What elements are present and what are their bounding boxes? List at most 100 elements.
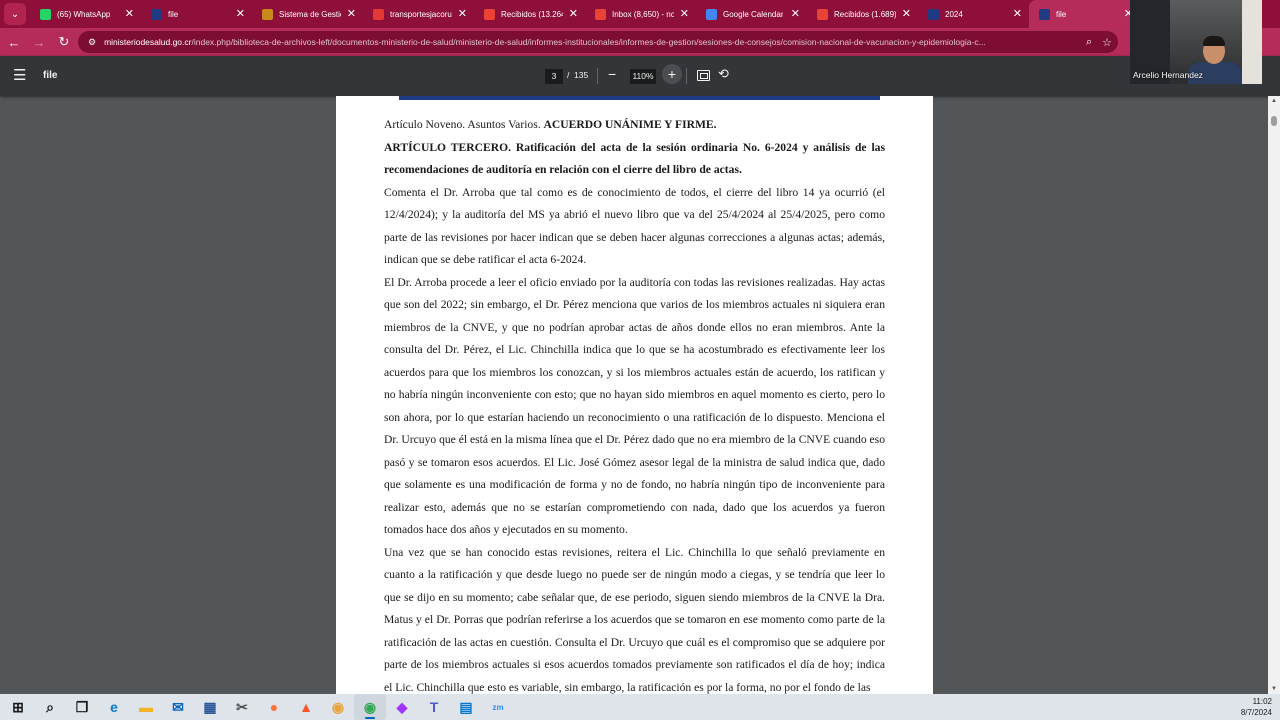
toolbar-divider <box>686 68 687 84</box>
taskbar-button[interactable]: ▦ <box>194 694 226 720</box>
taskbar-button[interactable]: ◉ <box>322 694 354 720</box>
pdf-toolbar: ☰ file 3 / 135 − 110% + ⟲ <box>0 56 1280 96</box>
pdf-title: file <box>43 70 58 81</box>
tab-search-chevron-icon[interactable]: ⌄ <box>4 3 26 25</box>
vertical-scrollbar[interactable]: ▲ ▼ <box>1268 96 1280 694</box>
tab-title: file <box>1056 9 1067 19</box>
whatsapp-icon <box>40 8 51 20</box>
address-bar[interactable]: ⚙ ministeriodesalud.go.cr /index.php/bib… <box>78 31 1118 53</box>
calculator-icon: ▦ <box>203 698 217 715</box>
zoom-in-icon[interactable]: + <box>662 64 682 84</box>
tab-title: Sistema de Gestión <box>279 9 341 19</box>
paragraph-text: Artículo Noveno. Asuntos Varios. <box>384 118 544 131</box>
fit-to-page-icon[interactable] <box>697 70 710 81</box>
tab-title: Recibidos (13.264) <box>501 9 563 19</box>
file-explorer-icon: ▬ <box>139 699 153 715</box>
ministry-favicon-icon <box>928 8 939 20</box>
tab-close-icon[interactable]: ✕ <box>236 7 245 21</box>
participant-name: Arcelio Hernandez <box>1133 70 1203 80</box>
taskbar-button[interactable]: ◉ <box>354 694 386 720</box>
gmail-icon <box>817 8 828 20</box>
address-bar-actions: ⌕ ☆ <box>1086 31 1118 53</box>
tab-close-icon[interactable]: ✕ <box>458 7 467 21</box>
browser-tab[interactable]: (65) WhatsApp ✕ <box>30 0 141 28</box>
zoom-lens-icon[interactable]: ⌕ <box>1086 36 1092 49</box>
brave-icon: ▲ <box>299 699 313 715</box>
zoom-level-input[interactable]: 110% <box>630 69 656 84</box>
page-total: 135 <box>574 70 589 80</box>
pencil-icon <box>262 8 273 20</box>
page-number-input[interactable]: 3 <box>545 69 563 84</box>
windows-start-icon: ⊞ <box>12 698 24 715</box>
browser-tab[interactable]: Recibidos (1.689) ✕ <box>807 0 918 28</box>
browser-tab[interactable]: Sistema de Gestión ✕ <box>252 0 363 28</box>
webcam-person <box>1203 36 1225 46</box>
browser-tab[interactable]: Recibidos (13.264) ✕ <box>474 0 585 28</box>
snipping-tool-icon: ✂ <box>236 698 248 715</box>
browser-tab[interactable]: Inbox (8,650) - nc ✕ <box>585 0 696 28</box>
search-icon: ⌕ <box>46 698 54 715</box>
tab-title: 2024 <box>945 9 963 19</box>
taskbar-button[interactable]: ✉ <box>162 694 194 720</box>
tab-close-icon[interactable]: ✕ <box>791 7 800 21</box>
rotate-icon[interactable]: ⟲ <box>718 66 729 82</box>
taskbar-button[interactable]: ◆ <box>386 694 418 720</box>
tab-close-icon[interactable]: ✕ <box>569 7 578 21</box>
document-paragraph: Comenta el Dr. Arroba que tal como es de… <box>384 182 885 272</box>
calendar-icon <box>706 8 717 20</box>
browser-tab[interactable]: Google Calendar ✕ <box>696 0 807 28</box>
taskbar-button[interactable]: ▤ <box>450 694 482 720</box>
windows-taskbar: ⊞ ⌕ ❐ e ▬ ✉ ▦ ✂ ● ▲ ◉ ◉ ◆ T ▤ zm 11:02 8/7/2024 <box>0 694 1280 720</box>
browser-tab[interactable]: file ✕ <box>1029 0 1140 28</box>
paragraph-text: Una vez que se han conocido estas revisi… <box>384 545 885 694</box>
taskbar-button[interactable]: e <box>98 694 130 720</box>
browser-tab[interactable]: transportesjacoru ✕ <box>363 0 474 28</box>
tab-title: Google Calendar <box>723 9 784 19</box>
scroll-down-icon[interactable]: ▼ <box>1271 686 1277 692</box>
taskbar-button[interactable]: ⌕ <box>34 694 66 720</box>
scroll-up-icon[interactable]: ▲ <box>1271 98 1277 104</box>
forward-arrow-icon[interactable]: → <box>28 31 50 53</box>
taskbar-button[interactable]: ▲ <box>290 694 322 720</box>
tab-close-icon[interactable]: ✕ <box>125 7 134 21</box>
browser-navigation-bar: ← → ↻ ⚙ ministeriodesalud.go.cr /index.p… <box>0 28 1280 56</box>
firefox-icon: ● <box>269 699 279 715</box>
document-paragraph: ARTÍCULO TERCERO. Ratificación del acta … <box>384 137 885 182</box>
back-arrow-icon[interactable]: ← <box>3 31 25 53</box>
tab-title: file <box>168 9 179 19</box>
hamburger-menu-icon[interactable]: ☰ <box>13 68 26 83</box>
url-path: /index.php/biblioteca-de-archivos-left/d… <box>191 37 986 47</box>
teams-icon: T <box>429 699 439 715</box>
taskbar-button[interactable]: ▬ <box>130 694 162 720</box>
taskbar-button[interactable]: ⊞ <box>2 694 34 720</box>
zoom-icon: zm <box>492 702 504 712</box>
scroll-thumb[interactable] <box>1271 116 1277 126</box>
tab-title: Inbox (8,650) - nc <box>612 9 674 19</box>
zoom-out-icon[interactable]: − <box>608 66 616 82</box>
browser-tab[interactable]: 2024 ✕ <box>918 0 1029 28</box>
reload-icon[interactable]: ↻ <box>53 31 75 53</box>
paragraph-text: Comenta el Dr. Arroba que tal como es de… <box>384 185 885 267</box>
taskbar-button[interactable]: ❐ <box>66 694 98 720</box>
tab-close-icon[interactable]: ✕ <box>680 7 689 21</box>
bookmark-star-icon[interactable]: ☆ <box>1102 36 1112 49</box>
tab-close-icon[interactable]: ✕ <box>347 7 356 21</box>
notes-icon: ▤ <box>459 698 473 715</box>
taskbar-button[interactable]: ● <box>258 694 290 720</box>
tab-title: transportesjacoru <box>390 9 452 19</box>
tab-close-icon[interactable]: ✕ <box>902 7 911 21</box>
taskbar-button[interactable]: T <box>418 694 450 720</box>
paragraph-bold-text: ACUERDO UNÁNIME Y FIRME. <box>543 118 717 131</box>
browser-tab[interactable]: file ✕ <box>141 0 252 28</box>
taskbar-button[interactable]: ✂ <box>226 694 258 720</box>
site-info-icon[interactable]: ⚙ <box>88 37 96 48</box>
page-header-bar <box>399 96 880 100</box>
paragraph-text: El Dr. Arroba procede a leer el oficio e… <box>384 275 885 537</box>
letter-a-icon <box>373 8 384 20</box>
document-paragraph: Una vez que se han conocido estas revisi… <box>384 542 885 697</box>
taskbar-button[interactable]: zm <box>482 694 514 720</box>
clock-time: 11:02 <box>1252 697 1272 706</box>
system-clock[interactable]: 11:02 8/7/2024 <box>1241 696 1272 718</box>
tab-close-icon[interactable]: ✕ <box>1013 7 1022 21</box>
ministry-favicon-icon <box>1039 8 1050 20</box>
